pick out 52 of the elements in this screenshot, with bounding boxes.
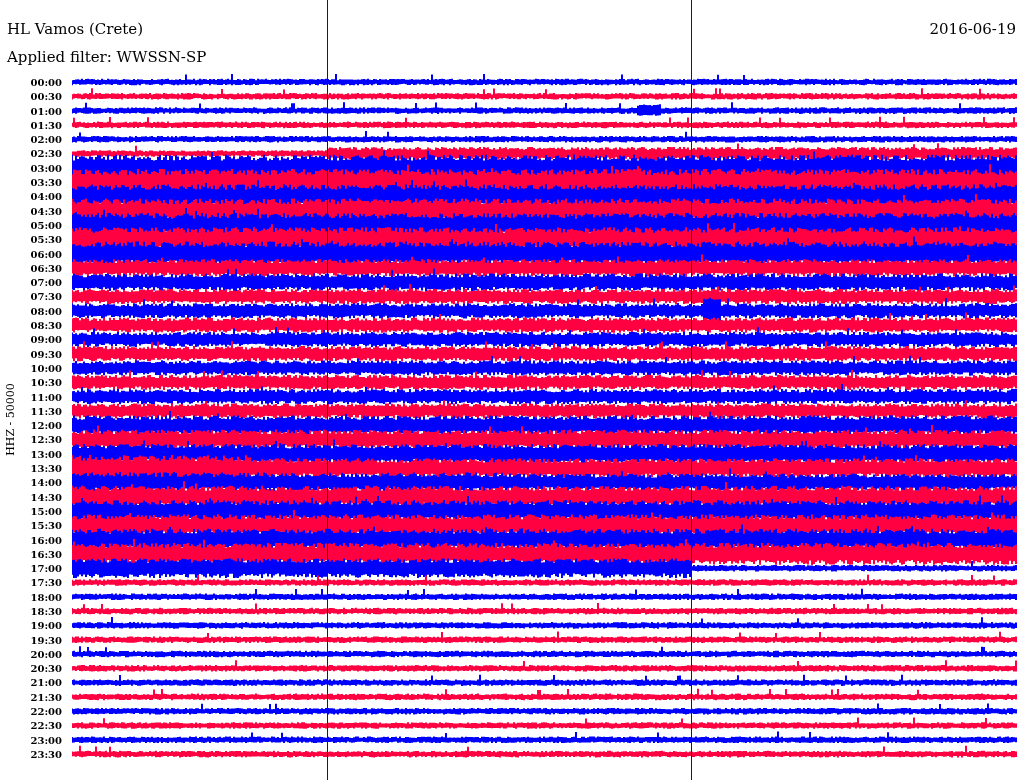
axis-label: HHZ - 50000 — [3, 382, 17, 456]
time-label: 10:00 — [29, 361, 62, 376]
time-label: 11:30 — [29, 404, 62, 419]
time-label: 06:30 — [29, 261, 62, 276]
time-label: 13:00 — [29, 447, 62, 462]
time-label: 18:00 — [29, 590, 62, 605]
time-label: 17:00 — [29, 562, 62, 577]
time-label: 20:00 — [29, 647, 62, 662]
time-label: 21:30 — [29, 690, 62, 705]
time-label: 02:00 — [29, 133, 62, 148]
date-label: 2016-06-19 — [929, 20, 1016, 40]
time-label: 01:00 — [29, 104, 62, 119]
time-label: 23:00 — [29, 733, 62, 748]
time-label: 20:30 — [29, 662, 62, 677]
time-label: 17:30 — [29, 576, 62, 591]
time-label: 11:00 — [29, 390, 62, 405]
time-label: 05:30 — [29, 233, 62, 248]
time-label: 22:30 — [29, 719, 62, 734]
time-label: 09:30 — [29, 347, 62, 362]
time-label: 04:00 — [29, 190, 62, 205]
time-label: 00:00 — [29, 76, 62, 90]
time-label: 07:30 — [29, 290, 62, 305]
time-label: 16:00 — [29, 533, 62, 548]
time-label: 08:00 — [29, 304, 62, 319]
time-label: 14:00 — [29, 476, 62, 491]
time-label: 03:30 — [29, 176, 62, 191]
time-label: 05:00 — [29, 218, 62, 233]
time-label: 01:30 — [29, 118, 62, 133]
time-label: 16:30 — [29, 547, 62, 562]
time-label: 13:30 — [29, 462, 62, 476]
time-label: 21:00 — [29, 676, 62, 691]
time-label: 02:30 — [29, 147, 62, 162]
time-label: 00:30 — [29, 90, 62, 105]
time-label: 18:30 — [29, 605, 62, 619]
time-label: 09:00 — [29, 333, 62, 348]
time-label: 03:00 — [29, 161, 62, 176]
time-label: 07:00 — [29, 276, 62, 291]
time-label: 19:30 — [29, 633, 62, 648]
time-label: 15:00 — [29, 504, 62, 519]
time-label: 04:30 — [29, 204, 62, 219]
time-label: 08:30 — [29, 319, 62, 334]
time-label: 22:00 — [29, 705, 62, 720]
station-title: HL Vamos (Crete) — [7, 20, 144, 40]
time-label: 14:30 — [29, 490, 62, 505]
time-label: 15:30 — [29, 519, 62, 534]
filter-label: Applied filter: WWSSN-SP — [7, 48, 207, 66]
time-label: 23:30 — [29, 747, 62, 762]
time-label: 12:00 — [29, 419, 62, 434]
time-label: 06:00 — [29, 247, 62, 262]
time-label: 19:00 — [29, 619, 62, 634]
time-label: 10:30 — [29, 376, 62, 391]
time-label: 12:30 — [29, 433, 62, 448]
